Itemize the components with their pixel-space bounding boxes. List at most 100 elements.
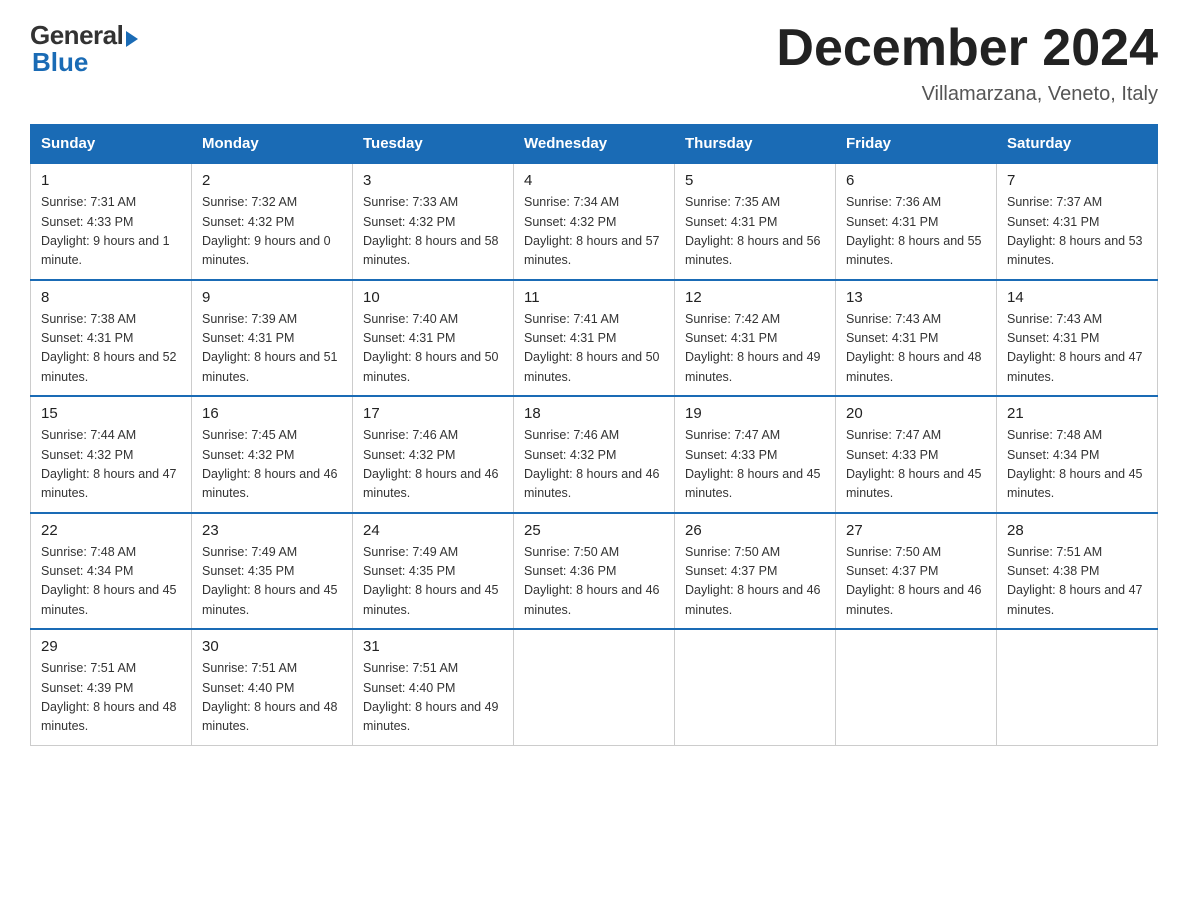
calendar-cell <box>514 629 675 745</box>
calendar-cell: 4 Sunrise: 7:34 AMSunset: 4:32 PMDayligh… <box>514 163 675 280</box>
calendar-week-3: 15 Sunrise: 7:44 AMSunset: 4:32 PMDaylig… <box>31 396 1158 513</box>
calendar-cell: 8 Sunrise: 7:38 AMSunset: 4:31 PMDayligh… <box>31 280 192 397</box>
day-number: 20 <box>846 405 986 422</box>
calendar-cell: 16 Sunrise: 7:45 AMSunset: 4:32 PMDaylig… <box>192 396 353 513</box>
calendar-cell: 14 Sunrise: 7:43 AMSunset: 4:31 PMDaylig… <box>997 280 1158 397</box>
calendar-week-5: 29 Sunrise: 7:51 AMSunset: 4:39 PMDaylig… <box>31 629 1158 745</box>
day-number: 5 <box>685 172 825 189</box>
logo-blue-text: Blue <box>32 47 88 78</box>
day-info: Sunrise: 7:40 AMSunset: 4:31 PMDaylight:… <box>363 310 503 388</box>
calendar-cell: 18 Sunrise: 7:46 AMSunset: 4:32 PMDaylig… <box>514 396 675 513</box>
day-info: Sunrise: 7:36 AMSunset: 4:31 PMDaylight:… <box>846 193 986 271</box>
calendar-cell: 30 Sunrise: 7:51 AMSunset: 4:40 PMDaylig… <box>192 629 353 745</box>
day-info: Sunrise: 7:48 AMSunset: 4:34 PMDaylight:… <box>1007 426 1147 504</box>
day-info: Sunrise: 7:35 AMSunset: 4:31 PMDaylight:… <box>685 193 825 271</box>
title-section: December 2024 Villamarzana, Veneto, Ital… <box>776 20 1158 106</box>
day-number: 25 <box>524 522 664 539</box>
day-number: 19 <box>685 405 825 422</box>
day-number: 28 <box>1007 522 1147 539</box>
calendar-cell: 22 Sunrise: 7:48 AMSunset: 4:34 PMDaylig… <box>31 513 192 630</box>
calendar-header-row: SundayMondayTuesdayWednesdayThursdayFrid… <box>31 125 1158 164</box>
day-number: 1 <box>41 172 181 189</box>
calendar-cell: 15 Sunrise: 7:44 AMSunset: 4:32 PMDaylig… <box>31 396 192 513</box>
calendar-cell: 24 Sunrise: 7:49 AMSunset: 4:35 PMDaylig… <box>353 513 514 630</box>
calendar-cell <box>675 629 836 745</box>
calendar-cell: 11 Sunrise: 7:41 AMSunset: 4:31 PMDaylig… <box>514 280 675 397</box>
day-info: Sunrise: 7:50 AMSunset: 4:36 PMDaylight:… <box>524 543 664 621</box>
day-number: 12 <box>685 289 825 306</box>
day-number: 11 <box>524 289 664 306</box>
day-number: 31 <box>363 638 503 655</box>
calendar-header-saturday: Saturday <box>997 125 1158 164</box>
calendar-cell: 19 Sunrise: 7:47 AMSunset: 4:33 PMDaylig… <box>675 396 836 513</box>
calendar-cell: 21 Sunrise: 7:48 AMSunset: 4:34 PMDaylig… <box>997 396 1158 513</box>
day-info: Sunrise: 7:33 AMSunset: 4:32 PMDaylight:… <box>363 193 503 271</box>
day-number: 15 <box>41 405 181 422</box>
calendar-header-sunday: Sunday <box>31 125 192 164</box>
calendar-cell: 23 Sunrise: 7:49 AMSunset: 4:35 PMDaylig… <box>192 513 353 630</box>
day-info: Sunrise: 7:32 AMSunset: 4:32 PMDaylight:… <box>202 193 342 271</box>
calendar-cell: 2 Sunrise: 7:32 AMSunset: 4:32 PMDayligh… <box>192 163 353 280</box>
calendar-week-4: 22 Sunrise: 7:48 AMSunset: 4:34 PMDaylig… <box>31 513 1158 630</box>
calendar-header-monday: Monday <box>192 125 353 164</box>
day-info: Sunrise: 7:43 AMSunset: 4:31 PMDaylight:… <box>1007 310 1147 388</box>
day-number: 18 <box>524 405 664 422</box>
calendar-cell: 1 Sunrise: 7:31 AMSunset: 4:33 PMDayligh… <box>31 163 192 280</box>
day-info: Sunrise: 7:51 AMSunset: 4:40 PMDaylight:… <box>363 659 503 737</box>
calendar-table: SundayMondayTuesdayWednesdayThursdayFrid… <box>30 124 1158 746</box>
day-info: Sunrise: 7:46 AMSunset: 4:32 PMDaylight:… <box>363 426 503 504</box>
calendar-cell: 5 Sunrise: 7:35 AMSunset: 4:31 PMDayligh… <box>675 163 836 280</box>
day-number: 14 <box>1007 289 1147 306</box>
day-info: Sunrise: 7:47 AMSunset: 4:33 PMDaylight:… <box>685 426 825 504</box>
calendar-cell: 20 Sunrise: 7:47 AMSunset: 4:33 PMDaylig… <box>836 396 997 513</box>
day-info: Sunrise: 7:42 AMSunset: 4:31 PMDaylight:… <box>685 310 825 388</box>
day-info: Sunrise: 7:51 AMSunset: 4:40 PMDaylight:… <box>202 659 342 737</box>
day-number: 7 <box>1007 172 1147 189</box>
day-info: Sunrise: 7:34 AMSunset: 4:32 PMDaylight:… <box>524 193 664 271</box>
day-info: Sunrise: 7:38 AMSunset: 4:31 PMDaylight:… <box>41 310 181 388</box>
calendar-cell: 10 Sunrise: 7:40 AMSunset: 4:31 PMDaylig… <box>353 280 514 397</box>
day-info: Sunrise: 7:45 AMSunset: 4:32 PMDaylight:… <box>202 426 342 504</box>
logo: General Blue <box>30 20 138 78</box>
day-info: Sunrise: 7:48 AMSunset: 4:34 PMDaylight:… <box>41 543 181 621</box>
day-number: 17 <box>363 405 503 422</box>
day-info: Sunrise: 7:46 AMSunset: 4:32 PMDaylight:… <box>524 426 664 504</box>
day-number: 30 <box>202 638 342 655</box>
calendar-week-1: 1 Sunrise: 7:31 AMSunset: 4:33 PMDayligh… <box>31 163 1158 280</box>
calendar-cell: 12 Sunrise: 7:42 AMSunset: 4:31 PMDaylig… <box>675 280 836 397</box>
calendar-header-friday: Friday <box>836 125 997 164</box>
day-number: 27 <box>846 522 986 539</box>
calendar-cell: 9 Sunrise: 7:39 AMSunset: 4:31 PMDayligh… <box>192 280 353 397</box>
calendar-cell: 6 Sunrise: 7:36 AMSunset: 4:31 PMDayligh… <box>836 163 997 280</box>
calendar-cell: 29 Sunrise: 7:51 AMSunset: 4:39 PMDaylig… <box>31 629 192 745</box>
day-number: 10 <box>363 289 503 306</box>
calendar-header-wednesday: Wednesday <box>514 125 675 164</box>
day-info: Sunrise: 7:43 AMSunset: 4:31 PMDaylight:… <box>846 310 986 388</box>
calendar-cell: 3 Sunrise: 7:33 AMSunset: 4:32 PMDayligh… <box>353 163 514 280</box>
day-number: 9 <box>202 289 342 306</box>
day-number: 26 <box>685 522 825 539</box>
calendar-cell: 7 Sunrise: 7:37 AMSunset: 4:31 PMDayligh… <box>997 163 1158 280</box>
calendar-cell: 26 Sunrise: 7:50 AMSunset: 4:37 PMDaylig… <box>675 513 836 630</box>
calendar-cell: 17 Sunrise: 7:46 AMSunset: 4:32 PMDaylig… <box>353 396 514 513</box>
day-number: 24 <box>363 522 503 539</box>
day-number: 21 <box>1007 405 1147 422</box>
calendar-week-2: 8 Sunrise: 7:38 AMSunset: 4:31 PMDayligh… <box>31 280 1158 397</box>
day-info: Sunrise: 7:47 AMSunset: 4:33 PMDaylight:… <box>846 426 986 504</box>
location-text: Villamarzana, Veneto, Italy <box>776 83 1158 106</box>
day-info: Sunrise: 7:51 AMSunset: 4:38 PMDaylight:… <box>1007 543 1147 621</box>
calendar-cell: 31 Sunrise: 7:51 AMSunset: 4:40 PMDaylig… <box>353 629 514 745</box>
calendar-header-tuesday: Tuesday <box>353 125 514 164</box>
day-number: 6 <box>846 172 986 189</box>
day-number: 3 <box>363 172 503 189</box>
calendar-cell <box>836 629 997 745</box>
calendar-cell: 25 Sunrise: 7:50 AMSunset: 4:36 PMDaylig… <box>514 513 675 630</box>
day-number: 23 <box>202 522 342 539</box>
day-number: 16 <box>202 405 342 422</box>
day-info: Sunrise: 7:39 AMSunset: 4:31 PMDaylight:… <box>202 310 342 388</box>
day-number: 2 <box>202 172 342 189</box>
calendar-cell: 13 Sunrise: 7:43 AMSunset: 4:31 PMDaylig… <box>836 280 997 397</box>
day-info: Sunrise: 7:44 AMSunset: 4:32 PMDaylight:… <box>41 426 181 504</box>
calendar-cell: 28 Sunrise: 7:51 AMSunset: 4:38 PMDaylig… <box>997 513 1158 630</box>
month-title: December 2024 <box>776 20 1158 77</box>
